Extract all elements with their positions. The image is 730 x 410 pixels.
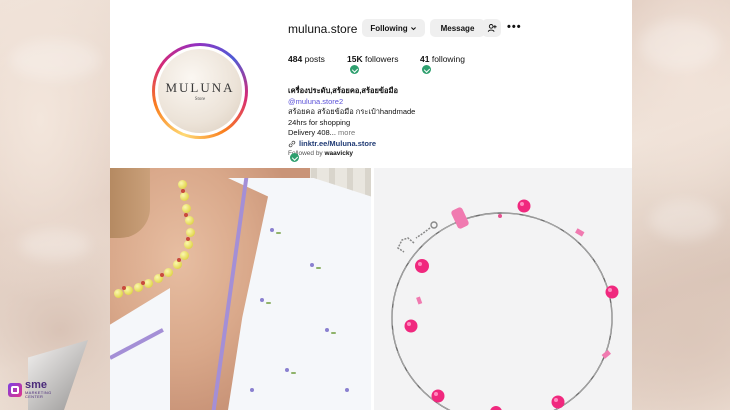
- stat-posts-value: 484: [288, 54, 303, 64]
- profile-bio: เครื่องประดับ,สร้อยคอ,สร้อยข้อมือ @mulun…: [288, 86, 588, 160]
- bio-name: เครื่องประดับ,สร้อยคอ,สร้อยข้อมือ: [288, 86, 399, 95]
- bio-more-link[interactable]: more: [338, 128, 355, 137]
- instagram-profile-card: MULUNA Store muluna.store Following Mess…: [110, 0, 632, 410]
- profile-username: muluna.store: [288, 22, 358, 36]
- bio-line-truncated: Delivery 408... more: [288, 128, 588, 139]
- more-options-icon[interactable]: •••: [507, 21, 522, 33]
- check-icon: [422, 65, 431, 74]
- bio-handle[interactable]: @muluna.store2: [288, 97, 588, 108]
- bio-link-row[interactable]: linktr.ee/Muluna.store: [288, 139, 588, 150]
- stat-followers[interactable]: 15K followers: [347, 54, 399, 64]
- stat-following-label: following: [431, 54, 465, 64]
- bio-link[interactable]: linktr.ee/Muluna.store: [299, 139, 376, 150]
- bio-line: สร้อยคอ สร้อยข้อมือ กระเป๋าhandmade: [288, 107, 416, 116]
- pink-bead-choker: [391, 199, 619, 410]
- store-logo: MULUNA Store: [158, 49, 242, 133]
- store-logo-subtext: Store: [194, 97, 206, 102]
- sme-logo-icon: [8, 382, 22, 397]
- bio-line: 24hrs for shopping: [288, 117, 351, 127]
- stat-following-value: 41: [420, 54, 430, 64]
- post-thumbnail-pink-bead-necklace[interactable]: [374, 168, 632, 410]
- store-logo-text: MULUNA: [165, 80, 235, 95]
- stat-posts: 484 posts: [288, 54, 325, 64]
- add-person-icon: [487, 24, 497, 32]
- stat-followers-label: followers: [364, 54, 399, 64]
- post-thumbnail-necklace-model[interactable]: [110, 168, 371, 410]
- chevron-down-icon: [410, 26, 416, 30]
- followed-by-user: waavicky: [324, 150, 354, 157]
- following-button[interactable]: Following: [362, 19, 425, 37]
- stat-following[interactable]: 41 following: [420, 54, 465, 64]
- link-icon: [288, 140, 296, 147]
- stat-posts-label: posts: [304, 54, 325, 64]
- sme-logo: sme MARKETING CENTER: [8, 380, 55, 399]
- check-icon: [290, 153, 299, 162]
- message-button[interactable]: Message: [430, 19, 485, 37]
- avatar[interactable]: MULUNA Store: [152, 43, 248, 139]
- stat-followers-value: 15K: [347, 54, 363, 64]
- profile-header: MULUNA Store muluna.store Following Mess…: [110, 0, 632, 168]
- check-icon: [350, 65, 359, 74]
- bio-line: Delivery 408...: [288, 128, 336, 137]
- sme-logo-subtext: MARKETING CENTER: [25, 390, 52, 399]
- following-button-label: Following: [370, 23, 408, 33]
- followed-by[interactable]: Followed by waavicky: [288, 149, 588, 160]
- message-button-label: Message: [440, 23, 475, 33]
- add-user-button[interactable]: [482, 19, 501, 37]
